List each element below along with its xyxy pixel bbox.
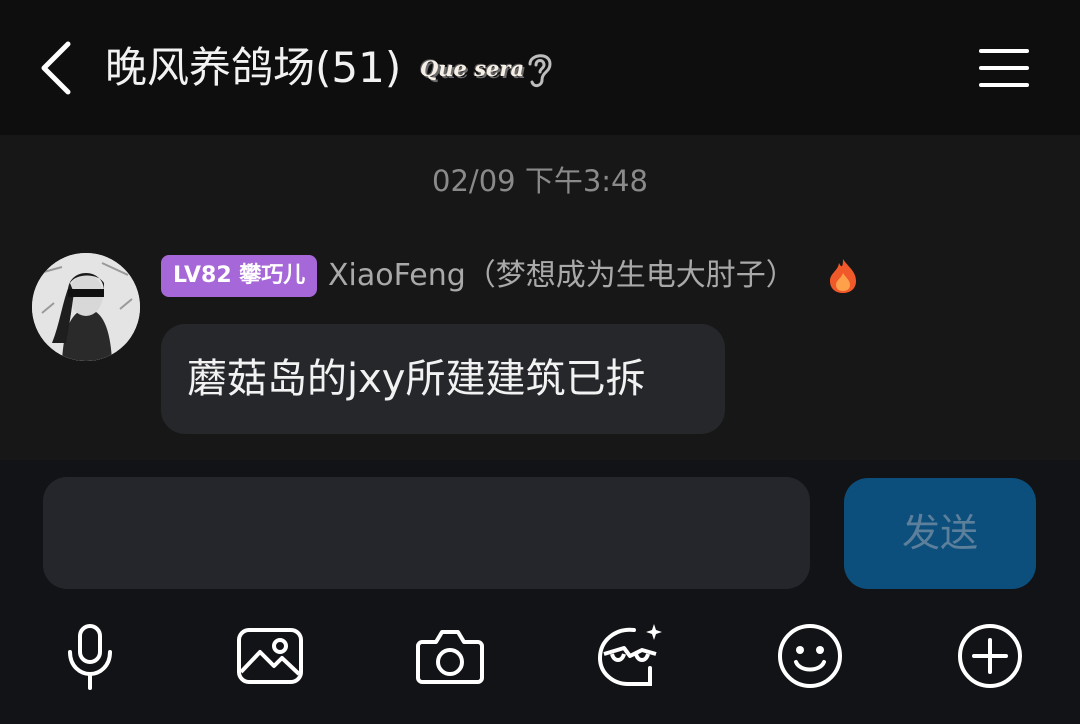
- image-icon[interactable]: [234, 620, 306, 692]
- fire-icon: [826, 257, 860, 295]
- message-input[interactable]: [43, 477, 810, 589]
- ear-icon[interactable]: [522, 48, 558, 90]
- back-icon[interactable]: [36, 38, 80, 98]
- menu-icon[interactable]: [978, 46, 1030, 90]
- level-tag: LV82 攀巧儿: [161, 255, 318, 297]
- send-button[interactable]: 发送: [844, 478, 1036, 589]
- avatar[interactable]: [32, 253, 140, 361]
- sticker-icon[interactable]: [594, 620, 666, 692]
- composer: 发送: [0, 460, 1080, 724]
- microphone-icon[interactable]: [54, 620, 126, 692]
- que-sera-badge: Que sera: [420, 56, 525, 81]
- emoji-icon[interactable]: [774, 620, 846, 692]
- message-text: 蘑菇岛的jxy所建建筑已拆: [187, 356, 646, 402]
- sender-name[interactable]: XiaoFeng（梦想成为生电大肘子）: [328, 255, 796, 297]
- plus-icon[interactable]: [954, 620, 1026, 692]
- message-bubble[interactable]: 蘑菇岛的jxy所建建筑已拆: [161, 324, 725, 434]
- group-title[interactable]: 晚风养鸽场(51): [105, 40, 401, 96]
- camera-icon[interactable]: [414, 620, 486, 692]
- message-timestamp: 02/09 下午3:48: [432, 164, 648, 198]
- chat-header: 晚风养鸽场(51) Que sera: [0, 0, 1080, 135]
